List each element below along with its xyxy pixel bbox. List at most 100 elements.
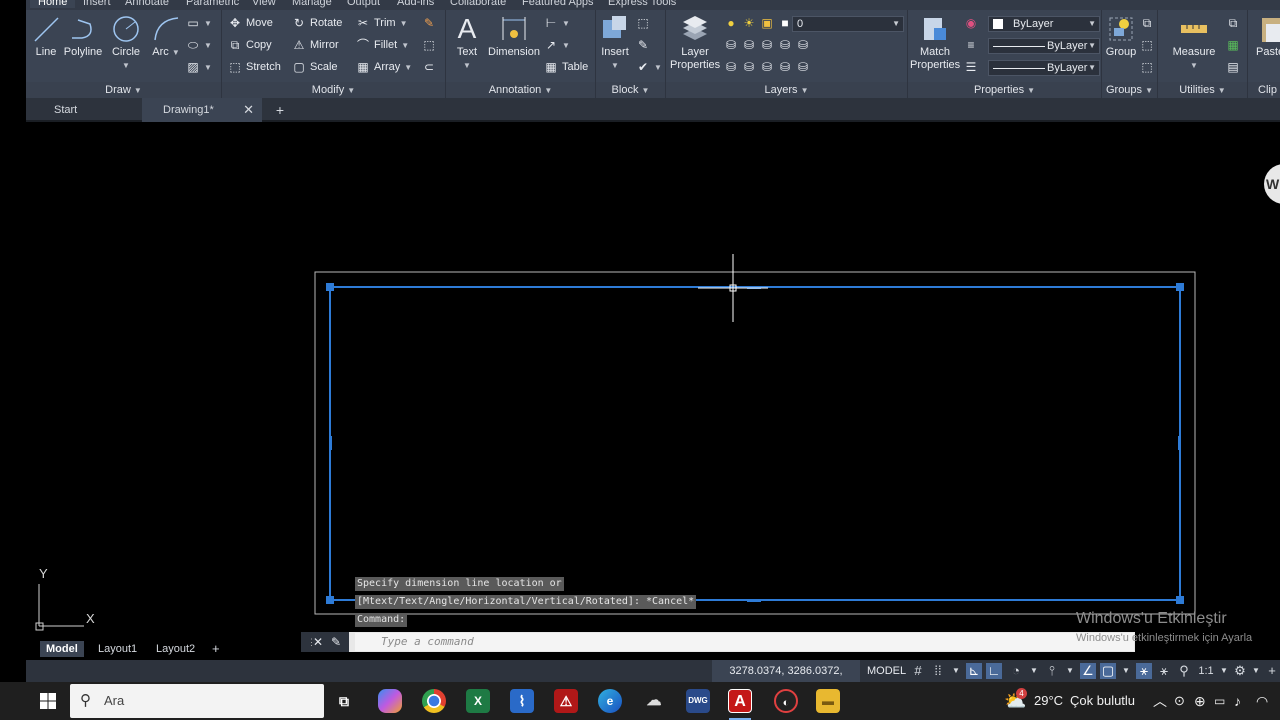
annotation-scale-icon[interactable]: ⚲: [1176, 663, 1192, 679]
group-select-tool[interactable]: ⬚: [1140, 60, 1154, 74]
battery-icon[interactable]: ▭: [1214, 682, 1225, 720]
color-dropdown[interactable]: ByLayer ▼: [988, 16, 1100, 32]
wifi-icon[interactable]: ◠: [1256, 682, 1268, 720]
chevron-down-icon[interactable]: ▼: [172, 46, 180, 59]
explode-button[interactable]: ⬚: [422, 38, 436, 52]
scale-button[interactable]: ▢ Scale: [292, 60, 337, 74]
clipboard-panel-title[interactable]: Clip: [1248, 82, 1280, 98]
wrench-icon[interactable]: ✎: [331, 632, 341, 652]
drawing1-tab[interactable]: Drawing1* ✕: [142, 98, 262, 122]
tab-collaborate[interactable]: Collaborate: [450, 0, 506, 8]
chevron-down-icon[interactable]: ▼: [401, 41, 409, 50]
command-input[interactable]: Type a command: [355, 633, 1134, 651]
mirror-button[interactable]: ⚠ Mirror: [292, 38, 339, 52]
weather-temperature[interactable]: 29°C: [1034, 682, 1063, 720]
fillet-button[interactable]: ⌒ Fillet ▼: [356, 38, 409, 52]
group-button[interactable]: Group: [1104, 14, 1138, 59]
gear-icon[interactable]: ⚙: [1232, 663, 1248, 679]
autocad-icon[interactable]: A: [728, 689, 752, 713]
rectangle-tool[interactable]: ▭ ▼: [186, 16, 212, 30]
block-panel-title[interactable]: Block ▼: [596, 82, 665, 98]
ellipse-tool[interactable]: ⬭ ▼: [186, 38, 212, 52]
tab-express-tools[interactable]: Express Tools: [608, 0, 676, 8]
copy-button[interactable]: ⧉ Copy: [228, 38, 272, 52]
weather-description[interactable]: Çok bulutlu: [1070, 682, 1135, 720]
chevron-down-icon[interactable]: ▼: [1118, 663, 1134, 679]
start-tab[interactable]: Start: [36, 98, 140, 122]
chevron-down-icon[interactable]: ▼: [1216, 663, 1232, 679]
tab-layout1[interactable]: Layout1: [92, 641, 143, 657]
paste-button[interactable]: Paste: [1256, 14, 1280, 59]
offset-button[interactable]: ⊂: [422, 60, 436, 74]
network-app-icon[interactable]: ⊙: [1174, 682, 1185, 720]
quick-select-tool[interactable]: ⧉: [1226, 16, 1240, 30]
volume-icon[interactable]: ♪: [1234, 682, 1241, 720]
rotate-button[interactable]: ↻ Rotate: [292, 16, 342, 30]
polyline-button[interactable]: Polyline: [62, 14, 104, 59]
layer-state-icons[interactable]: ● ☀ ▣ ■: [724, 16, 792, 30]
grip-right-mid[interactable]: [1178, 436, 1181, 450]
copilot-icon[interactable]: [378, 689, 402, 713]
windows-start-icon[interactable]: [40, 693, 56, 709]
table-button[interactable]: ▦ Table: [544, 60, 588, 74]
tab-home[interactable]: Home: [30, 0, 76, 8]
taskbar-search[interactable]: ⚲ Ara: [70, 684, 324, 718]
new-tab-button[interactable]: +: [270, 98, 290, 122]
media-app-icon[interactable]: ◐: [774, 689, 798, 713]
stretch-button[interactable]: ⬚ Stretch: [228, 60, 281, 74]
text-button[interactable]: A Text ▼: [450, 14, 484, 72]
chevron-down-icon[interactable]: ▼: [1190, 59, 1198, 72]
calculator-tool[interactable]: ▤: [1226, 60, 1240, 74]
object-snap-tracking-icon[interactable]: ∠: [1080, 663, 1096, 679]
cloud-app-icon[interactable]: ☁: [642, 689, 666, 713]
lineweight-tool[interactable]: ≡: [964, 38, 978, 52]
edge-icon[interactable]: e: [598, 689, 622, 713]
grip-bottom-left[interactable]: [326, 596, 334, 604]
layer-properties-button[interactable]: Layer Properties: [670, 14, 720, 72]
grip-left-mid[interactable]: [329, 436, 332, 450]
auto-scale-icon[interactable]: ⚹: [1156, 663, 1172, 679]
chevron-down-icon[interactable]: ▼: [1062, 663, 1078, 679]
attribute-tool[interactable]: ✔ ▼: [636, 60, 662, 74]
tab-output[interactable]: Output: [347, 0, 380, 8]
layers-panel-title[interactable]: Layers ▼: [666, 82, 907, 98]
match-properties-button[interactable]: Match Properties: [910, 14, 960, 72]
arc-button[interactable]: Arc ▼: [150, 14, 182, 59]
hatch-tool[interactable]: ▨ ▼: [186, 60, 212, 74]
grip-top-left[interactable]: [326, 283, 334, 291]
annotation-scale-value[interactable]: 1:1: [1194, 663, 1218, 679]
dimension-button[interactable]: Dimension: [486, 14, 542, 59]
tab-manage[interactable]: Manage: [292, 0, 332, 8]
erase-button[interactable]: ✎: [422, 16, 436, 30]
polar-tracking-icon[interactable]: ◔: [1008, 663, 1024, 679]
task-view-icon[interactable]: ⧉: [332, 689, 356, 713]
isometric-icon[interactable]: ⫯: [1044, 663, 1060, 679]
chevron-down-icon[interactable]: ▼: [400, 19, 408, 28]
grip-bottom-right[interactable]: [1176, 596, 1184, 604]
drawing-canvas[interactable]: Y X W: [26, 124, 1280, 632]
layer-dropdown[interactable]: 0 ▼: [792, 16, 904, 32]
grid-icon[interactable]: #: [910, 663, 926, 679]
linetype-tool[interactable]: ☰: [964, 60, 978, 74]
chevron-down-icon[interactable]: ▼: [562, 19, 570, 28]
tab-featured-apps[interactable]: Featured Apps: [522, 0, 594, 8]
group-edit-tool[interactable]: ⬚: [1140, 38, 1154, 52]
groups-panel-title[interactable]: Groups ▼: [1102, 82, 1157, 98]
tab-annotate[interactable]: Annotate: [125, 0, 169, 8]
properties-panel-title[interactable]: Properties ▼: [908, 82, 1101, 98]
plus-icon[interactable]: +: [1264, 663, 1280, 679]
move-button[interactable]: ✥ Move: [228, 16, 273, 30]
chevron-down-icon[interactable]: ▼: [204, 19, 212, 28]
color-wheel-tool[interactable]: ◉: [964, 16, 978, 30]
grip-bottom-mid[interactable]: [747, 599, 761, 602]
lineweight-dropdown[interactable]: ByLayer ▼: [988, 38, 1100, 54]
close-icon[interactable]: ✕: [313, 632, 323, 652]
trim-button[interactable]: ✂ Trim ▼: [356, 16, 408, 30]
create-block-tool[interactable]: ⬚: [636, 16, 650, 30]
modify-panel-title[interactable]: Modify ▼: [222, 82, 445, 98]
grip-top-right[interactable]: [1176, 283, 1184, 291]
leader-tool[interactable]: ↗ ▼: [544, 38, 570, 52]
infer-constraints-icon[interactable]: ⊾: [966, 663, 982, 679]
chevron-down-icon[interactable]: ▼: [948, 663, 964, 679]
utilities-panel-title[interactable]: Utilities ▼: [1158, 82, 1247, 98]
